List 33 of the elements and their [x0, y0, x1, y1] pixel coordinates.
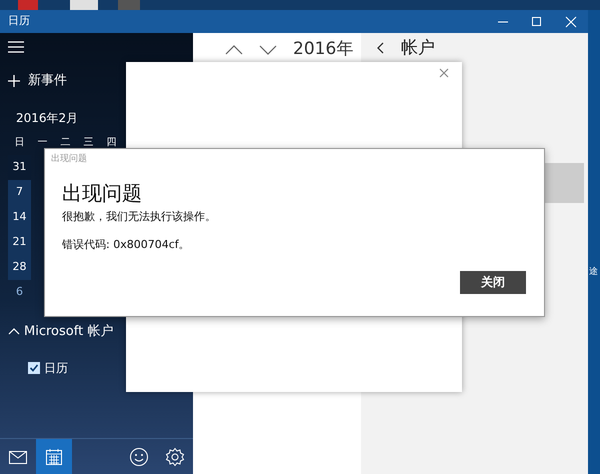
- year-heading: 2016年: [293, 38, 354, 61]
- weekday-label: 四: [106, 136, 118, 150]
- close-button[interactable]: 关闭: [460, 270, 526, 294]
- date-cell[interactable]: 7: [8, 180, 31, 204]
- dialog-message: 很抱歉，我们无法执行该操作。: [62, 208, 217, 224]
- date-cell[interactable]: 14: [8, 204, 31, 230]
- date-cell[interactable]: 6: [8, 280, 31, 304]
- account-header[interactable]: Microsoft 帐户: [24, 322, 114, 341]
- smiley-icon: [129, 447, 149, 467]
- window-title: 日历: [8, 13, 31, 30]
- calendar-label: 日历: [44, 360, 68, 377]
- error-code: 错误代码: 0x800704cf。: [62, 237, 191, 253]
- weekday-label: 日: [14, 136, 26, 150]
- date-cell[interactable]: 28: [8, 254, 31, 280]
- dialog-heading: 出现问题: [62, 180, 143, 204]
- calendar-icon: [44, 447, 64, 467]
- close-icon[interactable]: [439, 68, 449, 78]
- weekday-label: 二: [60, 136, 72, 150]
- desktop-icon-label: 途: [589, 268, 598, 277]
- weekday-label: 三: [82, 136, 94, 150]
- weekday-label: 一: [36, 136, 48, 150]
- caret-icon[interactable]: [8, 327, 20, 336]
- accounts-title: 帐户: [401, 38, 435, 58]
- checkbox[interactable]: [28, 362, 40, 374]
- plus-icon[interactable]: [8, 74, 20, 87]
- menu-icon[interactable]: [8, 41, 24, 53]
- dialog-caption: 出现问题: [51, 153, 88, 166]
- settings-icon: [165, 447, 185, 467]
- new-event-button[interactable]: 新事件: [28, 71, 67, 90]
- month-label: 2016年2月: [16, 110, 80, 126]
- tab[interactable]: [36, 439, 72, 474]
- date-cell[interactable]: 21: [8, 230, 31, 254]
- back-icon[interactable]: [377, 42, 385, 54]
